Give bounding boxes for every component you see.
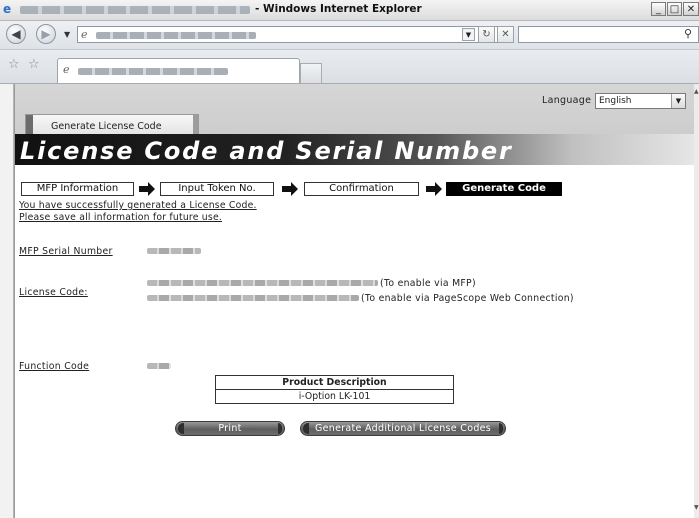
page-icon: ℯ — [81, 28, 88, 41]
tab-page-icon: ℯ — [63, 63, 70, 76]
function-code-label: Function Code — [19, 361, 90, 372]
license-note-mfp: (To enable via MFP) — [380, 278, 476, 289]
function-code-value-blurred — [147, 363, 171, 369]
button-left-cap — [178, 423, 184, 434]
generate-additional-codes-button[interactable]: Generate Additional License Codes — [300, 421, 506, 436]
window-title: - Windows Internet Explorer — [255, 3, 422, 15]
forward-button[interactable]: ▶ — [36, 24, 56, 44]
language-value: English — [599, 96, 632, 106]
tab-bar: ☆ ☆ ℯ — [0, 50, 699, 84]
minimize-button[interactable]: _ — [651, 2, 666, 16]
stop-button[interactable]: ✕ — [497, 26, 514, 43]
search-input[interactable]: ⚲ — [518, 26, 699, 43]
language-select[interactable]: English ▼ — [595, 93, 686, 109]
left-frame-edge — [0, 84, 14, 518]
step-generate-code: Generate Code — [446, 182, 562, 196]
favorites-star-icon[interactable]: ☆ — [8, 57, 20, 72]
back-button[interactable]: ◀ — [6, 24, 26, 44]
language-label: Language — [542, 95, 592, 106]
step-arrow-icon — [139, 182, 155, 196]
blurred-tab-title — [78, 68, 228, 75]
address-field[interactable]: ℯ ▼ — [77, 26, 498, 43]
add-favorites-icon[interactable]: ☆ — [28, 57, 40, 72]
serial-number-label: MFP Serial Number — [19, 246, 113, 257]
serial-number-value-blurred — [147, 248, 201, 254]
button-left-cap — [303, 423, 309, 434]
license-code-label: License Code: — [19, 287, 88, 298]
product-description-header: Product Description — [215, 375, 454, 390]
generate-additional-codes-label: Generate Additional License Codes — [314, 423, 492, 434]
success-message: You have successfully generated a Licens… — [19, 200, 257, 211]
print-button[interactable]: Print — [175, 421, 285, 436]
button-right-cap — [499, 423, 503, 434]
save-message: Please save all information for future u… — [19, 212, 223, 223]
button-right-cap — [278, 423, 282, 434]
license-note-web: (To enable via PageScope Web Connection) — [361, 293, 574, 304]
generate-license-code-tab-label: Generate License Code — [51, 121, 162, 132]
new-tab-button[interactable] — [300, 63, 322, 83]
step-arrow-icon — [282, 182, 298, 196]
scroll-down-icon[interactable]: ▼ — [694, 504, 699, 511]
page-content: Language English ▼ Generate License Code… — [14, 84, 694, 518]
step-arrow-icon — [426, 182, 442, 196]
maximize-button[interactable]: □ — [667, 2, 682, 16]
refresh-button[interactable]: ↻ — [478, 26, 495, 43]
step-input-token: Input Token No. — [160, 182, 274, 196]
scroll-up-icon[interactable]: ▲ — [694, 88, 699, 95]
product-description-value: i-Option LK-101 — [298, 391, 371, 402]
search-icon[interactable]: ⚲ — [684, 27, 692, 40]
blurred-page-title — [20, 6, 250, 14]
page-title: License Code and Serial Number — [20, 137, 513, 165]
address-toolbar: ◀ ▶ ▼ ℯ ▼ ↻ ✕ ⚲ — [0, 21, 699, 50]
print-button-label: Print — [218, 423, 242, 434]
license-code-mfp-blurred — [147, 280, 378, 286]
product-description-table: Product Description i-Option LK-101 — [215, 375, 454, 404]
browser-tab[interactable]: ℯ — [57, 58, 300, 83]
close-button[interactable]: ✕ — [683, 2, 699, 16]
step-confirmation: Confirmation — [304, 182, 419, 196]
internet-explorer-icon: e — [3, 2, 12, 16]
step-mfp-information: MFP Information — [21, 182, 134, 196]
chevron-down-icon[interactable]: ▼ — [671, 94, 685, 108]
license-code-web-blurred — [147, 295, 359, 301]
blurred-url — [96, 32, 256, 39]
nav-history-dropdown-icon[interactable]: ▼ — [64, 30, 70, 39]
window-title-bar: e - Windows Internet Explorer _ □ ✕ — [0, 0, 699, 21]
address-dropdown-icon[interactable]: ▼ — [462, 28, 475, 41]
